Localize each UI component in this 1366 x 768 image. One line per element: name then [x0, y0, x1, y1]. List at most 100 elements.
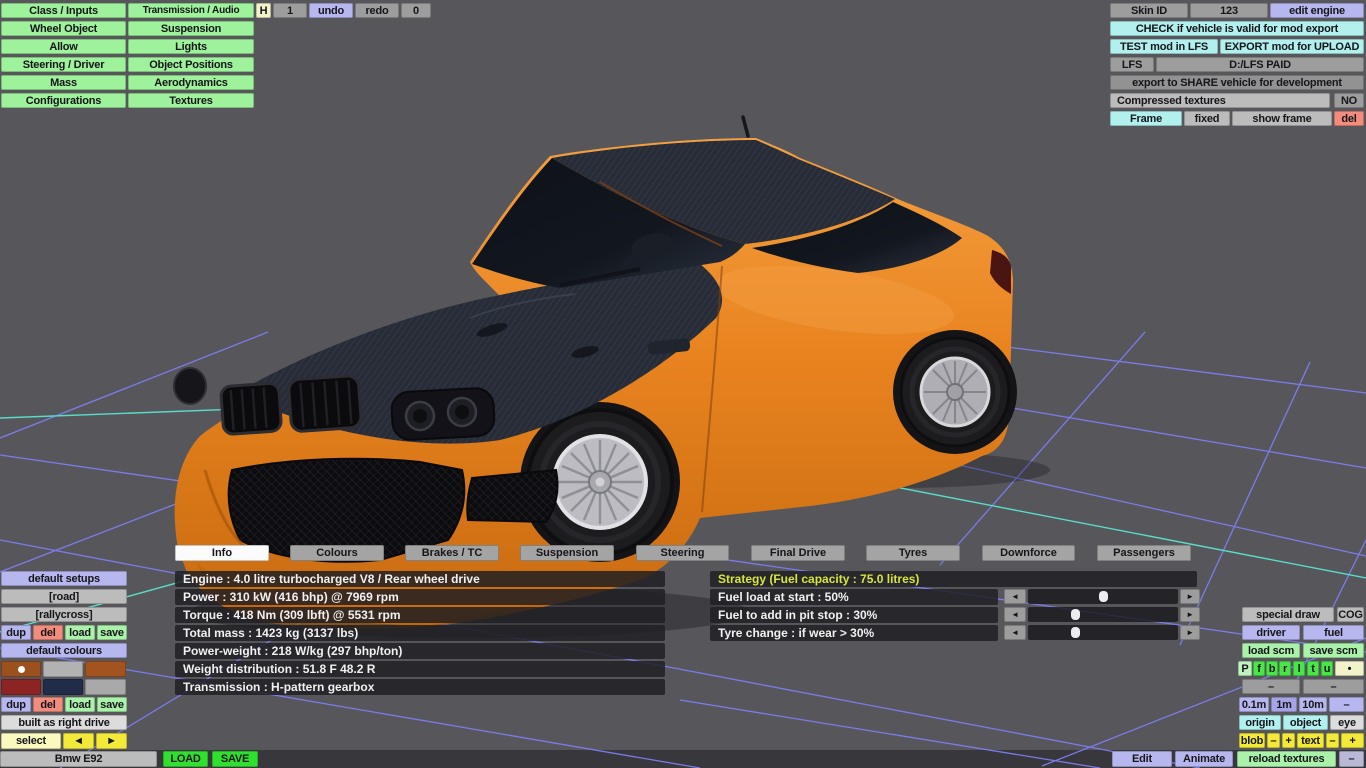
- eye-button[interactable]: eye: [1330, 715, 1364, 730]
- dash-left-button[interactable]: –: [1242, 679, 1300, 694]
- setup-road-button[interactable]: [road]: [1, 589, 127, 604]
- redo-count[interactable]: 0: [401, 3, 431, 18]
- skin-id-value[interactable]: 123: [1190, 3, 1268, 18]
- colour-swatch-5[interactable]: [85, 679, 126, 695]
- lfs-button[interactable]: LFS: [1110, 57, 1154, 72]
- frame-button[interactable]: Frame: [1110, 111, 1182, 126]
- axis-letter-b[interactable]: b: [1266, 661, 1278, 676]
- tab-suspension[interactable]: Suspension: [520, 545, 614, 561]
- lfs-path-button[interactable]: D:/LFS PAID: [1156, 57, 1364, 72]
- tab-colours[interactable]: Colours: [290, 545, 384, 561]
- tab-steering[interactable]: Steering: [636, 545, 729, 561]
- tab-tyres[interactable]: Tyres: [866, 545, 960, 561]
- fuel-load-increase-button[interactable]: ►: [1180, 589, 1200, 604]
- fuel-button[interactable]: fuel: [1303, 625, 1364, 640]
- menu-item-lights[interactable]: Lights: [128, 39, 254, 54]
- reload-textures-button[interactable]: reload textures: [1237, 751, 1336, 767]
- share-export-button[interactable]: export to SHARE vehicle for development: [1110, 75, 1364, 90]
- colour-swatch-2[interactable]: [85, 661, 126, 677]
- colour-swatch-3[interactable]: [1, 679, 41, 695]
- axis-dot-button[interactable]: •: [1335, 661, 1364, 676]
- menu-item-textures[interactable]: Textures: [128, 93, 254, 108]
- fuel-pit-increase-button[interactable]: ►: [1180, 607, 1200, 622]
- frame-del-button[interactable]: del: [1334, 111, 1364, 126]
- tyre-change-slider[interactable]: [1028, 625, 1178, 640]
- menu-item-aerodynamics[interactable]: Aerodynamics: [128, 75, 254, 90]
- select-prev-button[interactable]: ◄: [63, 733, 94, 749]
- undo-button[interactable]: undo: [309, 3, 353, 18]
- show-frame-button[interactable]: show frame: [1232, 111, 1332, 126]
- fuel-load-decrease-button[interactable]: ◄: [1004, 589, 1026, 604]
- select-next-button[interactable]: ►: [96, 733, 127, 749]
- tab-info[interactable]: Info: [175, 545, 269, 561]
- animate-button[interactable]: Animate: [1175, 751, 1233, 767]
- colours-save-button[interactable]: save: [97, 697, 127, 712]
- fuel-pit-decrease-button[interactable]: ◄: [1004, 607, 1026, 622]
- axis-letter-t[interactable]: t: [1307, 661, 1319, 676]
- blob-minus-button[interactable]: –: [1267, 733, 1280, 748]
- scale-01m-button[interactable]: 0.1m: [1239, 697, 1269, 712]
- select-button[interactable]: select: [1, 733, 61, 749]
- tab-brakes-tc[interactable]: Brakes / TC: [405, 545, 499, 561]
- axis-letter-r[interactable]: r: [1279, 661, 1291, 676]
- vehicle-name[interactable]: Bmw E92: [0, 751, 157, 767]
- menu-item-suspension[interactable]: Suspension: [128, 21, 254, 36]
- text-minus-button[interactable]: –: [1326, 733, 1339, 748]
- compressed-textures-button[interactable]: Compressed textures: [1110, 93, 1330, 108]
- object-button[interactable]: object: [1283, 715, 1328, 730]
- menu-item-allow[interactable]: Allow: [1, 39, 126, 54]
- fuel-pit-slider-thumb[interactable]: [1071, 609, 1081, 620]
- text-plus-button[interactable]: +: [1341, 733, 1364, 748]
- setups-dup-button[interactable]: dup: [1, 625, 31, 640]
- frame-fixed-button[interactable]: fixed: [1184, 111, 1230, 126]
- scale-10m-button[interactable]: 10m: [1299, 697, 1327, 712]
- axis-letter-f[interactable]: f: [1253, 661, 1265, 676]
- colours-del-button[interactable]: del: [33, 697, 63, 712]
- redo-button[interactable]: redo: [355, 3, 399, 18]
- text-button[interactable]: text: [1297, 733, 1324, 748]
- default-colours-button[interactable]: default colours: [1, 643, 127, 658]
- driver-button[interactable]: driver: [1242, 625, 1300, 640]
- menu-item-object-positions[interactable]: Object Positions: [128, 57, 254, 72]
- scale-1m-button[interactable]: 1m: [1271, 697, 1297, 712]
- axis-letter-l[interactable]: l: [1293, 661, 1305, 676]
- save-scm-button[interactable]: save scm: [1303, 643, 1364, 658]
- edit-button[interactable]: Edit: [1112, 751, 1172, 767]
- tab-final-drive[interactable]: Final Drive: [751, 545, 845, 561]
- colour-swatch-0[interactable]: [1, 661, 41, 677]
- tyre-change-slider-thumb[interactable]: [1071, 627, 1081, 638]
- built-right-drive-button[interactable]: built as right drive: [1, 715, 127, 730]
- tyre-change-decrease-button[interactable]: ◄: [1004, 625, 1026, 640]
- setups-del-button[interactable]: del: [33, 625, 63, 640]
- tab-passengers[interactable]: Passengers: [1097, 545, 1191, 561]
- history-count[interactable]: 1: [273, 3, 307, 18]
- blob-plus-button[interactable]: +: [1282, 733, 1295, 748]
- origin-button[interactable]: origin: [1239, 715, 1281, 730]
- setup-rallycross-button[interactable]: [rallycross]: [1, 607, 127, 622]
- test-mod-button[interactable]: TEST mod in LFS: [1110, 39, 1218, 54]
- blob-button[interactable]: blob: [1239, 733, 1265, 748]
- menu-item-transmission-audio[interactable]: Transmission / Audio: [128, 3, 254, 18]
- fuel-load-slider-thumb[interactable]: [1098, 591, 1108, 602]
- colour-swatch-4[interactable]: [43, 679, 83, 695]
- reload-dash-button[interactable]: –: [1339, 751, 1364, 767]
- menu-item-steering-driver[interactable]: Steering / Driver: [1, 57, 126, 72]
- load-button[interactable]: LOAD: [163, 751, 208, 767]
- h-toggle-button[interactable]: H: [256, 3, 271, 18]
- colour-swatch-1[interactable]: [43, 661, 83, 677]
- special-draw-button[interactable]: special draw: [1242, 607, 1334, 622]
- fuel-load-slider[interactable]: [1028, 589, 1178, 604]
- export-upload-button[interactable]: EXPORT mod for UPLOAD: [1220, 39, 1364, 54]
- load-scm-button[interactable]: load scm: [1242, 643, 1300, 658]
- tab-downforce[interactable]: Downforce: [982, 545, 1075, 561]
- axis-letter-u[interactable]: u: [1321, 661, 1333, 676]
- colours-load-button[interactable]: load: [65, 697, 95, 712]
- axis-letter-p[interactable]: P: [1238, 661, 1252, 676]
- setups-load-button[interactable]: load: [65, 625, 95, 640]
- default-setups-button[interactable]: default setups: [1, 571, 127, 586]
- check-valid-button[interactable]: CHECK if vehicle is valid for mod export: [1110, 21, 1364, 36]
- edit-engine-button[interactable]: edit engine: [1270, 3, 1364, 18]
- menu-item-class-inputs[interactable]: Class / Inputs: [1, 3, 126, 18]
- save-button[interactable]: SAVE: [212, 751, 258, 767]
- setups-save-button[interactable]: save: [97, 625, 127, 640]
